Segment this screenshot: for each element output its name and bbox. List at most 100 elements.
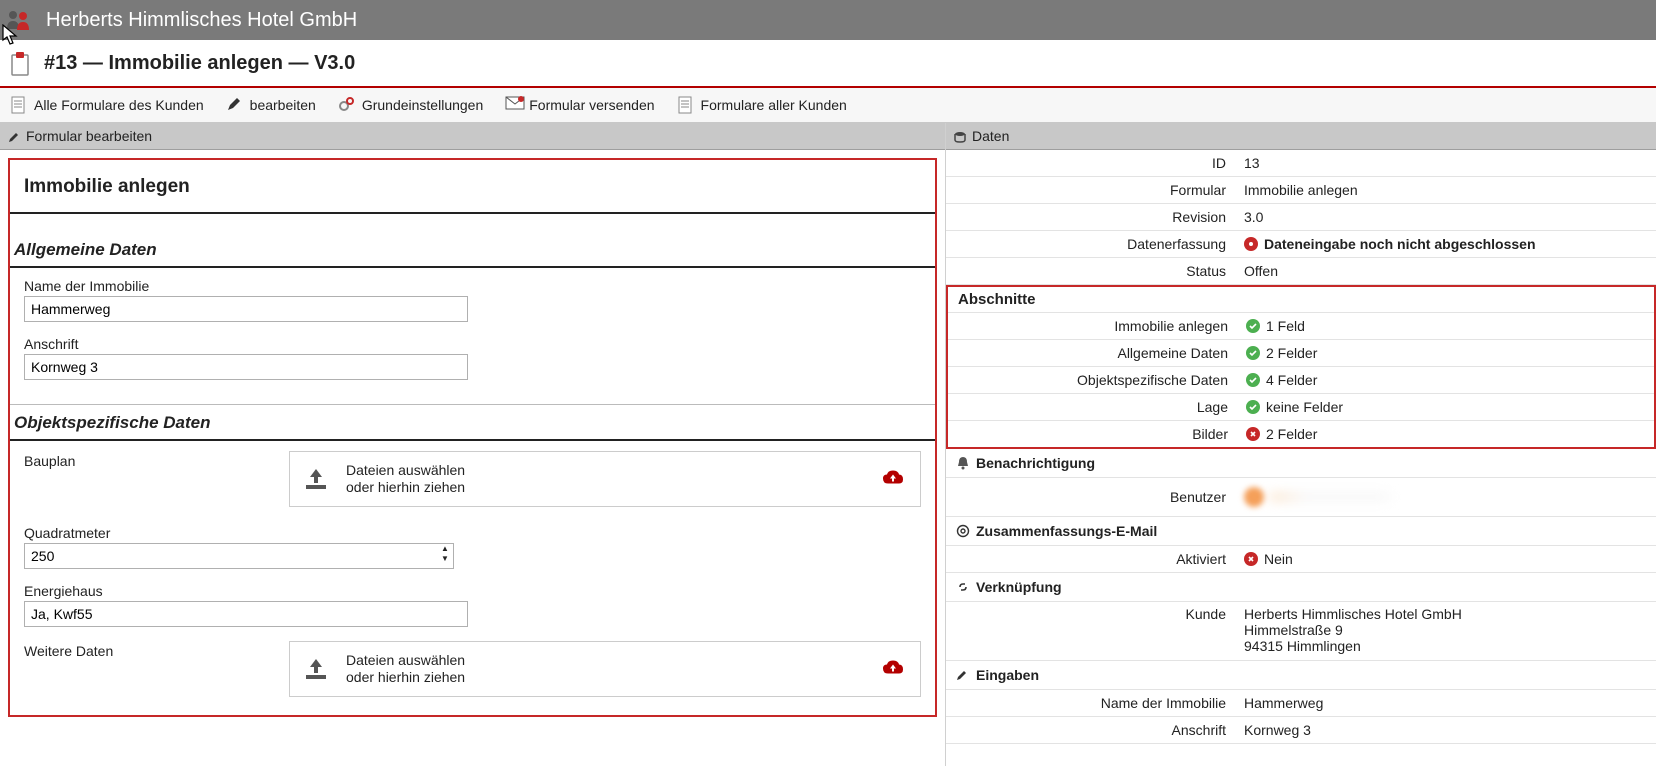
cloud-upload-icon[interactable] [882,470,904,489]
benachrichtigung-heading-row: Benachrichtigung [946,449,1656,478]
pencil-small-icon [8,130,20,142]
avatar [1244,487,1264,507]
quadratmeter-input[interactable] [24,543,454,569]
spinner-down-icon[interactable]: ▼ [438,555,452,565]
kunde-name: Herberts Himmlisches Hotel GmbH [1244,606,1462,622]
toolbar-all-forms-label: Alle Formulare des Kunden [34,97,204,113]
mouse-cursor-icon [2,24,20,46]
document-icon [10,96,28,114]
upload-icon [302,467,330,491]
dropzone-line2: oder hierhin ziehen [346,669,465,686]
eingaben-anschrift-value: Kornweg 3 [1236,722,1656,738]
toolbar-settings-label: Grundeinstellungen [362,97,483,113]
check-ok-icon [1246,373,1260,387]
status-value: Offen [1236,263,1656,279]
left-panel-header: Formular bearbeiten [0,123,945,150]
abschnitt-label: Allgemeine Daten [948,345,1238,361]
dropzone-line2: oder hierhin ziehen [346,479,465,496]
toolbar-all-customers-label: Formulare aller Kunden [701,97,847,113]
abschnitt-label: Lage [948,399,1238,415]
mail-icon [505,96,523,114]
toolbar-send-label: Formular versenden [529,97,654,113]
kunde-label: Kunde [946,606,1236,622]
abschnitt-label: Objektspezifische Daten [948,372,1238,388]
upload-icon [302,657,330,681]
abschnitt-text: keine Felder [1266,399,1343,415]
number-spinner[interactable]: ▲▼ [438,545,452,565]
name-immobilie-input[interactable] [24,296,468,322]
abschnitt-text: 1 Feld [1266,318,1305,334]
document-icon [677,96,695,114]
eingaben-name-value: Hammerweg [1236,695,1656,711]
link-icon [956,580,970,594]
company-name: Herberts Himmlisches Hotel GmbH [46,9,357,32]
gears-icon [338,96,356,114]
aktiviert-value: Nein [1264,551,1293,567]
abschnitt-text: 4 Felder [1266,372,1317,388]
benutzer-label: Benutzer [946,489,1236,505]
page-title-row: #13 — Immobilie anlegen — V3.0 [0,40,1656,88]
quadratmeter-label: Quadratmeter [24,525,921,541]
toolbar-settings[interactable]: Grundeinstellungen [338,96,483,114]
section-allgemein-heading: Allgemeine Daten [10,232,935,268]
formular-label: Formular [946,182,1236,198]
email-heading: Zusammenfassungs-E-Mail [976,523,1157,539]
energiehaus-label: Energiehaus [24,583,921,599]
aktiviert-label: Aktiviert [946,551,1236,567]
check-fail-icon [1246,427,1260,441]
abschnitte-heading: Abschnitte [948,287,1654,313]
revision-label: Revision [946,209,1236,225]
abschnitt-label: Immobilie anlegen [948,318,1238,334]
section-objekt-heading: Objektspezifische Daten [10,405,935,441]
toolbar-edit-label: bearbeiten [250,97,316,113]
check-ok-icon [1246,400,1260,414]
at-icon [956,524,970,538]
kunde-addr2: 94315 Himmlingen [1244,638,1462,654]
revision-value: 3.0 [1236,209,1656,225]
check-ok-icon [1246,319,1260,333]
id-value: 13 [1236,155,1656,171]
verknuepfung-heading: Verknüpfung [976,579,1062,595]
status-error-icon [1244,237,1258,251]
toolbar-send[interactable]: Formular versenden [505,96,654,114]
benutzer-value-redacted [1270,495,1390,499]
dropzone-line1: Dateien auswählen [346,652,465,669]
bell-icon [956,456,970,470]
pencil-icon [226,96,244,114]
bauplan-dropzone[interactable]: Dateien auswählen oder hierhin ziehen [289,451,921,507]
eingaben-name-label: Name der Immobilie [946,695,1236,711]
name-immobilie-label: Name der Immobilie [24,278,921,294]
x-circle-icon [1244,552,1258,566]
form-title: Immobilie anlegen [10,160,935,214]
weitere-daten-dropzone[interactable]: Dateien auswählen oder hierhin ziehen [289,641,921,697]
abschnitt-text: 2 Felder [1266,345,1317,361]
dropzone-line1: Dateien auswählen [346,462,465,479]
weitere-daten-label: Weitere Daten [24,641,289,659]
bauplan-label: Bauplan [24,451,289,469]
toolbar-all-forms[interactable]: Alle Formulare des Kunden [10,96,204,114]
eingaben-heading-row: Eingaben [946,661,1656,690]
page-title: #13 — Immobilie anlegen — V3.0 [44,52,355,75]
id-label: ID [946,155,1236,171]
datenerfassung-value: Dateneingabe noch nicht abgeschlossen [1264,236,1536,252]
formular-value: Immobilie anlegen [1236,182,1656,198]
abschnitt-text: 2 Felder [1266,426,1317,442]
toolbar-edit[interactable]: bearbeiten [226,96,316,114]
status-label: Status [946,263,1236,279]
kunde-addr1: Himmelstraße 9 [1244,622,1462,638]
datenerfassung-label: Datenerfassung [946,236,1236,252]
eingaben-anschrift-label: Anschrift [946,722,1236,738]
right-panel-title: Daten [972,128,1009,144]
energiehaus-input[interactable] [24,601,468,627]
cloud-upload-icon[interactable] [882,660,904,679]
left-panel-title: Formular bearbeiten [26,128,152,144]
database-icon [954,130,966,142]
right-panel-header: Daten [946,123,1656,150]
benachrichtigung-heading: Benachrichtigung [976,455,1095,471]
abschnitt-label: Bilder [948,426,1238,442]
toolbar-all-customers[interactable]: Formulare aller Kunden [677,96,847,114]
toolbar: Alle Formulare des Kunden bearbeiten Gru… [0,88,1656,123]
anschrift-input[interactable] [24,354,468,380]
form-highlight-box: Immobilie anlegen Allgemeine Daten Name … [8,158,937,717]
clipboard-icon [8,51,32,75]
